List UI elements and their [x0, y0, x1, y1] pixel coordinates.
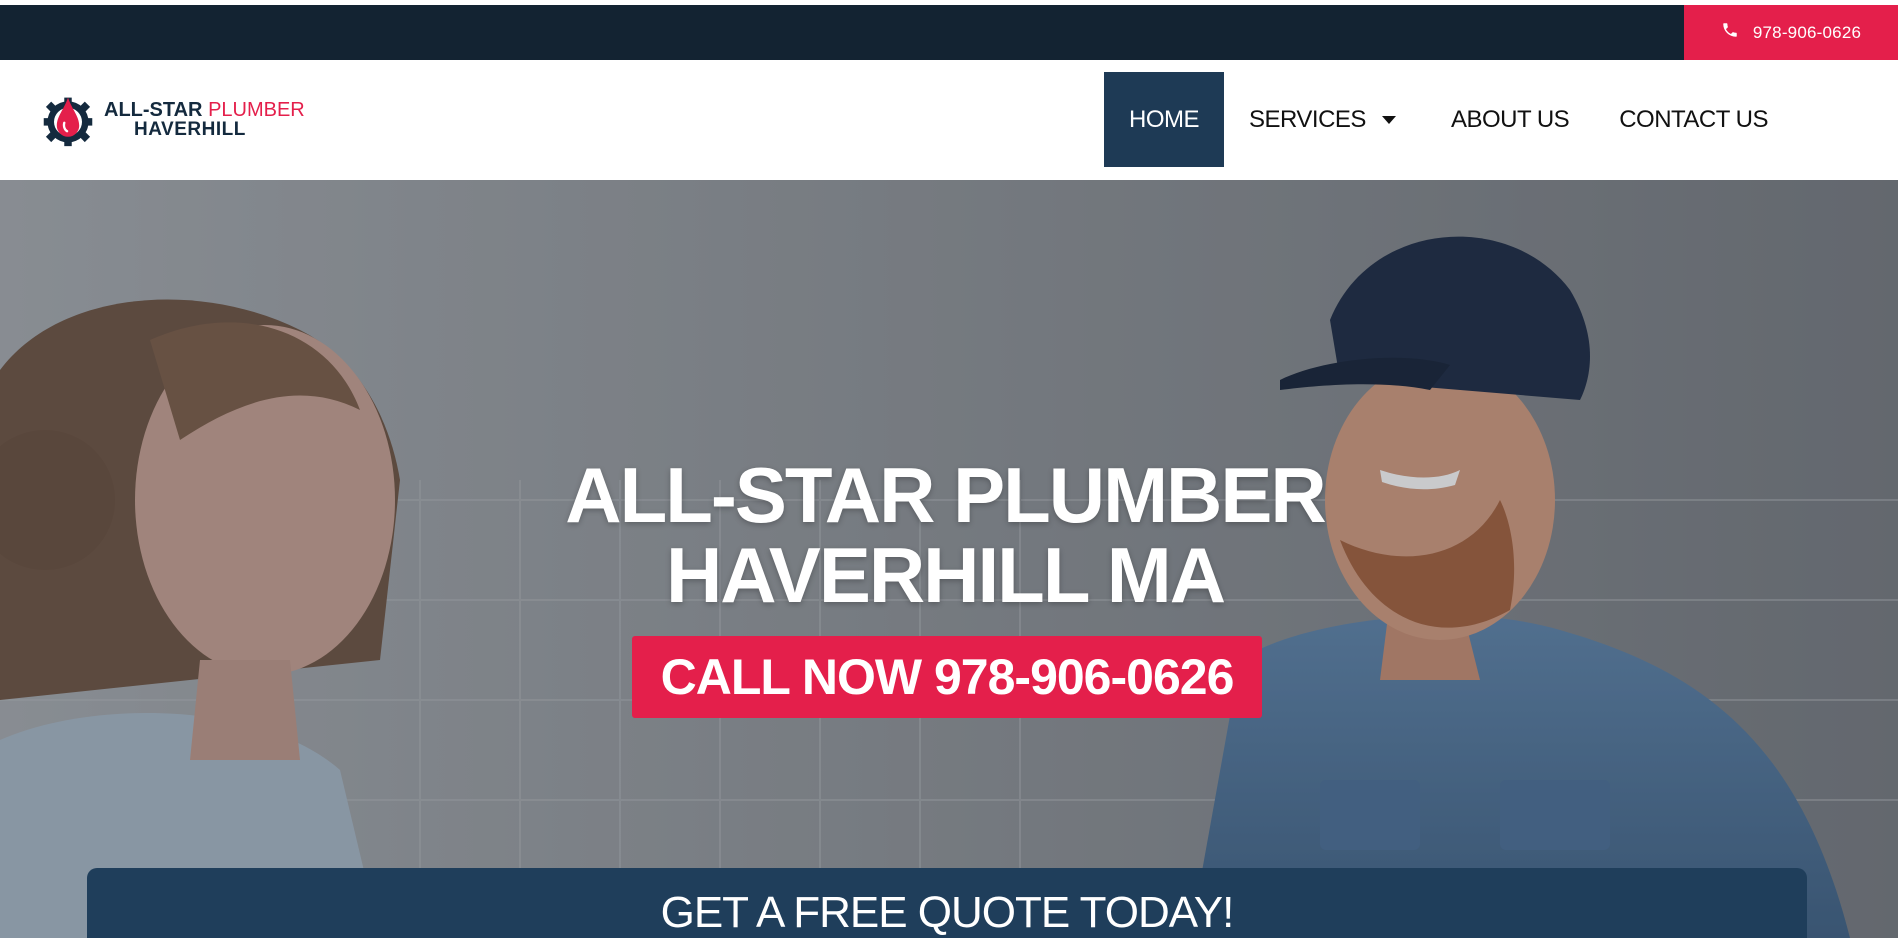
logo-wordmark: ALL-STAR PLUMBER HAVERHILL — [104, 100, 305, 140]
main-nav: HOME SERVICES ABOUT US CONTACT US — [1104, 72, 1793, 167]
phone-icon — [1721, 21, 1739, 44]
hero-title-line-1: ALL-STAR PLUMBER — [565, 451, 1326, 539]
hero-section: ALL-STAR PLUMBER HAVERHILL MA CALL NOW 9… — [0, 180, 1898, 938]
nav-services[interactable]: SERVICES — [1224, 72, 1421, 167]
logo-allstar-text: ALL-STAR — [104, 99, 203, 121]
nav-home[interactable]: HOME — [1104, 72, 1224, 167]
free-quote-title: GET A FREE QUOTE TODAY! — [660, 888, 1235, 937]
hero-title-line-2: HAVERHILL MA — [665, 531, 1226, 619]
topbar-phone-number: 978-906-0626 — [1752, 22, 1862, 42]
nav-home-label: HOME — [1129, 105, 1200, 133]
nav-services-label: SERVICES — [1249, 105, 1366, 133]
nav-contact-us[interactable]: CONTACT US — [1594, 72, 1793, 167]
nav-about-label: ABOUT US — [1450, 105, 1570, 133]
caret-down-icon — [1381, 115, 1396, 124]
top-bar: 978-906-0626 — [0, 5, 1898, 60]
logo-plumber-text: PLUMBER — [208, 99, 305, 121]
site-header: ALL-STAR PLUMBER HAVERHILL HOME SERVICES… — [0, 60, 1898, 180]
site-logo[interactable]: ALL-STAR PLUMBER HAVERHILL — [40, 90, 305, 150]
logo-line-1: ALL-STAR PLUMBER — [104, 100, 305, 120]
call-now-button[interactable]: CALL NOW 978-906-0626 — [632, 636, 1262, 718]
free-quote-panel: GET A FREE QUOTE TODAY! — [87, 868, 1807, 938]
logo-line-2: HAVERHILL — [134, 119, 246, 140]
hero-title: ALL-STAR PLUMBER HAVERHILL MA — [0, 455, 1890, 615]
nav-contact-label: CONTACT US — [1619, 105, 1768, 133]
nav-about-us[interactable]: ABOUT US — [1421, 72, 1594, 167]
topbar-phone-link[interactable]: 978-906-0626 — [1684, 5, 1898, 60]
gear-water-drop-icon — [40, 90, 96, 150]
